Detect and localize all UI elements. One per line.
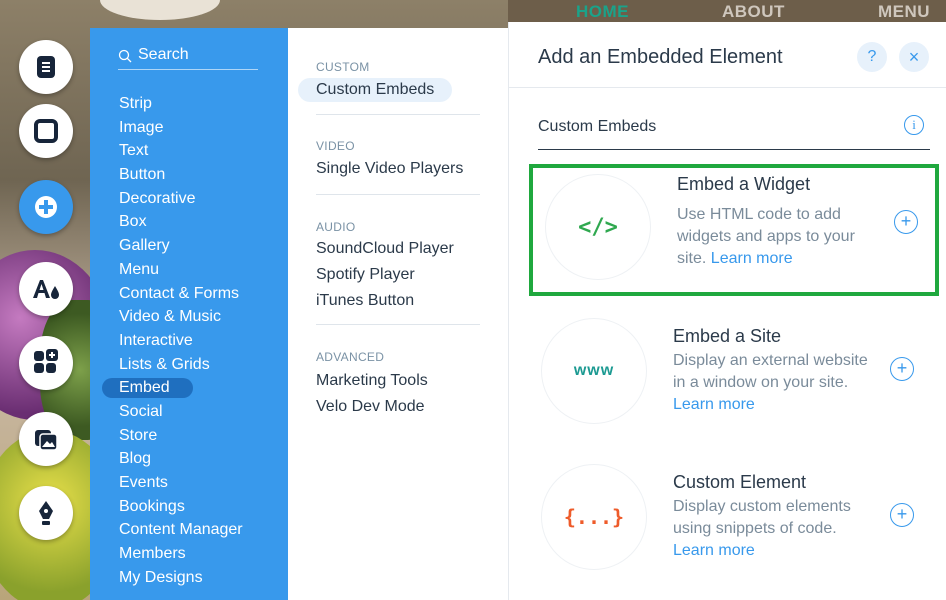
add-button[interactable]: + xyxy=(890,503,914,527)
site-navigation: HOME ABOUT MENU xyxy=(508,0,946,22)
info-icon[interactable]: i xyxy=(904,115,924,135)
app-market-icon xyxy=(34,349,58,373)
subcategory-itunes[interactable]: iTunes Button xyxy=(316,292,414,310)
category-box[interactable]: Box xyxy=(90,210,288,234)
category-my-designs[interactable]: My Designs xyxy=(90,566,288,590)
section-header: Custom Embeds i xyxy=(538,115,930,150)
card-title: Embed a Site xyxy=(673,326,782,346)
category-store[interactable]: Store xyxy=(90,424,288,448)
learn-more-link[interactable]: Learn more xyxy=(711,250,793,267)
category-social[interactable]: Social xyxy=(90,400,288,424)
category-lists-grids[interactable]: Lists & Grids xyxy=(90,353,288,377)
divider xyxy=(316,194,480,195)
media-icon xyxy=(35,430,58,451)
card-description: Display an external website in a window … xyxy=(673,352,868,413)
search-label: Search xyxy=(138,46,189,63)
category-video-music[interactable]: Video & Music xyxy=(90,305,288,329)
background-icon xyxy=(34,119,58,143)
category-strip[interactable]: Strip xyxy=(90,92,288,116)
panel-header: Add an Embedded Element ? × xyxy=(509,22,946,88)
site-nav-home[interactable]: HOME xyxy=(576,2,629,22)
pages-icon xyxy=(37,56,55,78)
theme-icon xyxy=(33,280,59,299)
media-button[interactable] xyxy=(19,412,73,466)
section-title: Custom Embeds xyxy=(538,118,657,135)
subcategory-marketing-tools[interactable]: Marketing Tools xyxy=(316,372,428,390)
category-button[interactable]: Button xyxy=(90,163,288,187)
category-list: Strip Image Text Button Decorative Box G… xyxy=(90,92,288,589)
subcategory-single-video-players[interactable]: Single Video Players xyxy=(316,160,463,178)
embed-panel: Add an Embedded Element ? × Custom Embed… xyxy=(508,22,946,600)
category-members[interactable]: Members xyxy=(90,542,288,566)
embed-site-card[interactable]: www Embed a Site Display an external web… xyxy=(529,312,939,444)
category-interactive[interactable]: Interactive xyxy=(90,329,288,353)
search-icon xyxy=(118,49,132,63)
category-content-manager[interactable]: Content Manager xyxy=(90,518,288,542)
section-label-advanced: ADVANCED xyxy=(316,350,385,364)
editor-left-rail xyxy=(0,0,90,600)
category-image[interactable]: Image xyxy=(90,116,288,140)
category-contact-forms[interactable]: Contact & Forms xyxy=(90,282,288,306)
add-elements-button[interactable] xyxy=(19,180,73,234)
close-button[interactable]: × xyxy=(899,42,929,72)
pages-button[interactable] xyxy=(19,40,73,94)
divider xyxy=(316,324,480,325)
subcategory-velo[interactable]: Velo Dev Mode xyxy=(316,398,425,416)
background-button[interactable] xyxy=(19,104,73,158)
category-blog[interactable]: Blog xyxy=(90,447,288,471)
category-events[interactable]: Events xyxy=(90,471,288,495)
subcategory-custom-embeds[interactable]: Custom Embeds xyxy=(298,78,453,102)
section-label-video: VIDEO xyxy=(316,139,355,153)
curly-braces-icon: {...} xyxy=(541,464,647,570)
help-button[interactable]: ? xyxy=(857,42,887,72)
learn-more-link[interactable]: Learn more xyxy=(673,542,755,559)
theme-button[interactable] xyxy=(19,262,73,316)
category-text[interactable]: Text xyxy=(90,139,288,163)
section-label-custom: CUSTOM xyxy=(316,60,370,74)
add-panel-subcategories: CUSTOM Custom Embeds VIDEO Single Video … xyxy=(288,28,508,600)
subcategory-spotify[interactable]: Spotify Player xyxy=(316,266,415,284)
card-title: Custom Element xyxy=(673,472,807,492)
add-button[interactable]: + xyxy=(890,357,914,381)
add-button[interactable]: + xyxy=(894,210,918,234)
subcategory-soundcloud[interactable]: SoundCloud Player xyxy=(316,240,454,258)
divider xyxy=(316,114,480,115)
site-nav-about[interactable]: ABOUT xyxy=(722,2,785,22)
panel-title: Add an Embedded Element xyxy=(538,46,783,68)
category-search[interactable]: Search xyxy=(118,46,258,70)
category-embed[interactable]: Embed xyxy=(90,376,288,400)
embed-widget-card[interactable]: </> Embed a Widget Use HTML code to add … xyxy=(529,164,939,296)
www-icon: www xyxy=(541,318,647,424)
section-label-audio: AUDIO xyxy=(316,220,356,234)
add-panel-categories: Search Strip Image Text Button Decorativ… xyxy=(90,28,288,600)
custom-element-card[interactable]: {...} Custom Element Display custom elem… xyxy=(529,458,939,590)
card-description: Use HTML code to add widgets and apps to… xyxy=(677,206,855,267)
code-icon: </> xyxy=(545,174,651,280)
category-gallery[interactable]: Gallery xyxy=(90,234,288,258)
learn-more-link[interactable]: Learn more xyxy=(673,396,755,413)
add-icon xyxy=(35,196,57,218)
category-menu[interactable]: Menu xyxy=(90,258,288,282)
card-title: Embed a Widget xyxy=(677,174,811,194)
category-bookings[interactable]: Bookings xyxy=(90,495,288,519)
app-market-button[interactable] xyxy=(19,336,73,390)
blog-pen-icon xyxy=(39,501,53,525)
site-nav-menu[interactable]: MENU xyxy=(878,2,930,22)
category-decorative[interactable]: Decorative xyxy=(90,187,288,211)
card-description: Display custom elements using snippets o… xyxy=(673,498,851,559)
blog-button[interactable] xyxy=(19,486,73,540)
